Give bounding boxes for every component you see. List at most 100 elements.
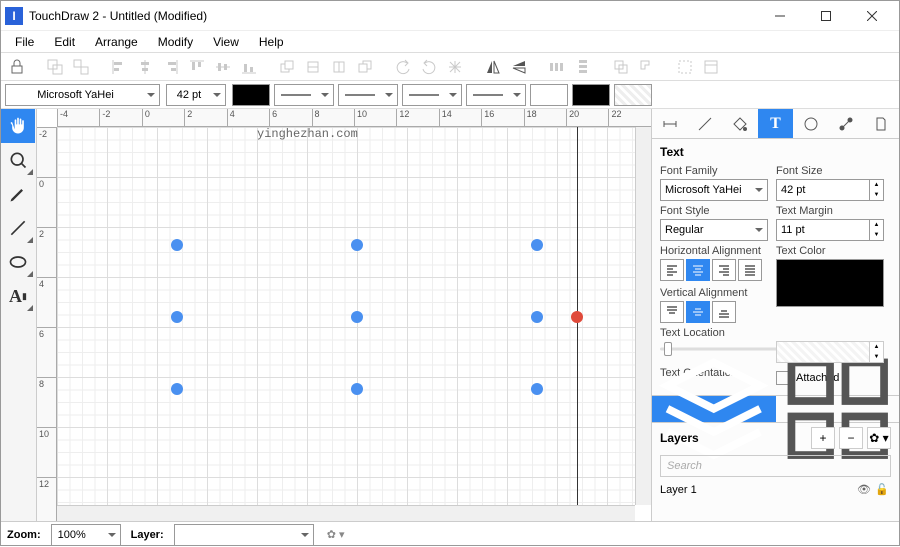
distribute-h-icon[interactable]: [545, 55, 569, 79]
tool-pen[interactable]: [1, 177, 35, 211]
font-size-combo[interactable]: 42 pt: [166, 84, 226, 106]
subtract-icon[interactable]: [635, 55, 659, 79]
align-center-v-icon[interactable]: [211, 55, 235, 79]
rotate-right-icon[interactable]: [417, 55, 441, 79]
selection-handle[interactable]: [171, 383, 183, 395]
distribute-v-icon[interactable]: [571, 55, 595, 79]
menu-modify[interactable]: Modify: [148, 33, 203, 51]
tab-page[interactable]: [864, 109, 899, 138]
layer-combo[interactable]: [174, 524, 314, 546]
selection-handle[interactable]: [351, 239, 363, 251]
v-align-top-button[interactable]: [660, 301, 684, 323]
selection-handle[interactable]: [531, 239, 543, 251]
arrow-end-combo[interactable]: [466, 84, 526, 106]
tab-stroke[interactable]: [687, 109, 722, 138]
rotate-left-icon[interactable]: [391, 55, 415, 79]
h-align-justify-button[interactable]: [738, 259, 762, 281]
selection-handle[interactable]: [571, 311, 583, 323]
selection-handle[interactable]: [171, 311, 183, 323]
layer-name: Layer 1: [660, 484, 855, 496]
fill-color-swatch[interactable]: [530, 84, 568, 106]
canvas[interactable]: yinghezhan.com: [57, 127, 635, 505]
toolbar-font: Microsoft YaHei 42 pt: [1, 81, 899, 109]
close-button[interactable]: [849, 1, 895, 31]
scrollbar-horizontal[interactable]: [57, 505, 635, 521]
lock-icon[interactable]: [5, 55, 29, 79]
text-location-display[interactable]: ▲▼: [776, 341, 884, 363]
h-align-left-button[interactable]: [660, 259, 684, 281]
font-size-text: 42 pt: [781, 184, 805, 196]
send-backward-icon[interactable]: [327, 55, 351, 79]
font-family-combo[interactable]: Microsoft YaHei: [5, 84, 160, 106]
font-family-dropdown[interactable]: Microsoft YaHei: [660, 179, 768, 201]
status-bar: Zoom: 100% Layer: ✿ ▾: [1, 521, 899, 547]
tool-hand[interactable]: [1, 109, 35, 143]
align-center-h-icon[interactable]: [133, 55, 157, 79]
stroke-color-swatch[interactable]: [232, 84, 270, 106]
layers-tab-library[interactable]: [776, 396, 900, 422]
flip-horizontal-icon[interactable]: [481, 55, 505, 79]
align-right-icon[interactable]: [159, 55, 183, 79]
maximize-button[interactable]: [803, 1, 849, 31]
extra2-icon[interactable]: [699, 55, 723, 79]
ungroup-icon[interactable]: [69, 55, 93, 79]
unlock-icon[interactable]: 🔓: [873, 483, 891, 496]
selection-handle[interactable]: [531, 383, 543, 395]
text-margin-spinner[interactable]: 11 pt▲▼: [776, 219, 884, 241]
menu-view[interactable]: View: [203, 33, 249, 51]
rotate-center-icon[interactable]: [443, 55, 467, 79]
stroke-width-combo[interactable]: [274, 84, 334, 106]
layer-add-button[interactable]: +: [811, 427, 835, 449]
text-color-box[interactable]: [776, 259, 884, 307]
menu-edit[interactable]: Edit: [44, 33, 85, 51]
selection-handle[interactable]: [351, 383, 363, 395]
arrow-start-combo[interactable]: [402, 84, 462, 106]
flip-vertical-icon[interactable]: [507, 55, 531, 79]
combine-icon[interactable]: [609, 55, 633, 79]
scrollbar-vertical[interactable]: [635, 127, 651, 505]
menu-arrange[interactable]: Arrange: [85, 33, 148, 51]
h-align-right-button[interactable]: [712, 259, 736, 281]
tab-text[interactable]: T: [758, 109, 793, 138]
h-align-center-button[interactable]: [686, 259, 710, 281]
stroke-style-combo[interactable]: [338, 84, 398, 106]
tab-shape[interactable]: [793, 109, 828, 138]
layer-row[interactable]: Layer 1 👁 🔓: [652, 479, 899, 500]
zoom-combo[interactable]: 100%: [51, 524, 121, 546]
tool-text[interactable]: A▮: [1, 279, 35, 313]
font-size-spinner[interactable]: 42 pt▲▼: [776, 179, 884, 201]
tool-line[interactable]: [1, 211, 35, 245]
eye-icon[interactable]: 👁: [855, 483, 873, 496]
bring-forward-icon[interactable]: [301, 55, 325, 79]
layer-remove-button[interactable]: −: [839, 427, 863, 449]
tab-connector[interactable]: [828, 109, 863, 138]
bring-front-icon[interactable]: [275, 55, 299, 79]
tool-shape[interactable]: [1, 245, 35, 279]
text-color-swatch[interactable]: [572, 84, 610, 106]
v-align-bottom-button[interactable]: [712, 301, 736, 323]
shadow-swatch[interactable]: [614, 84, 652, 106]
selection-handle[interactable]: [531, 311, 543, 323]
font-style-label: Font Style: [660, 205, 768, 217]
align-top-icon[interactable]: [185, 55, 209, 79]
minimize-button[interactable]: [757, 1, 803, 31]
inspector-title: Text: [652, 139, 899, 165]
align-bottom-icon[interactable]: [237, 55, 261, 79]
extra1-icon[interactable]: [673, 55, 697, 79]
menu-help[interactable]: Help: [249, 33, 294, 51]
layer-search-input[interactable]: Search: [660, 455, 891, 477]
selection-handle[interactable]: [171, 239, 183, 251]
status-settings-button[interactable]: ✿ ▾: [324, 523, 348, 547]
v-align-middle-button[interactable]: [686, 301, 710, 323]
align-left-icon[interactable]: [107, 55, 131, 79]
menu-file[interactable]: File: [5, 33, 44, 51]
send-back-icon[interactable]: [353, 55, 377, 79]
tool-select[interactable]: [1, 143, 35, 177]
tab-dimensions[interactable]: [652, 109, 687, 138]
tab-fill[interactable]: [723, 109, 758, 138]
group-icon[interactable]: [43, 55, 67, 79]
layers-tab-layers[interactable]: [652, 396, 776, 422]
font-style-dropdown[interactable]: Regular: [660, 219, 768, 241]
layer-settings-button[interactable]: ✿ ▾: [867, 427, 891, 449]
selection-handle[interactable]: [351, 311, 363, 323]
